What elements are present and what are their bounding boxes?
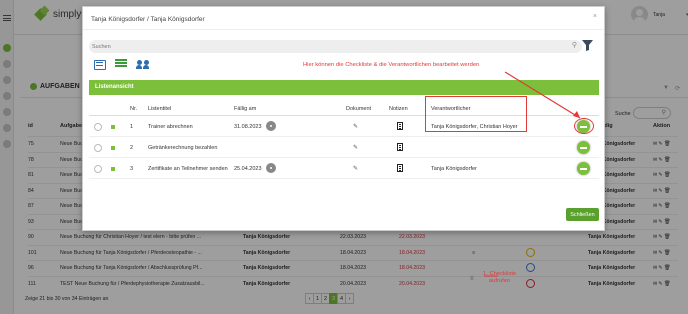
close-icon[interactable]: ×: [593, 13, 597, 20]
notes-icon[interactable]: [397, 143, 403, 151]
edit-action-button[interactable]: [577, 141, 590, 154]
calendar-view-icon[interactable]: [94, 59, 106, 70]
annotation-highlight-box: [425, 96, 527, 132]
search-icon[interactable]: ⚲: [572, 41, 577, 49]
search-input[interactable]: [92, 42, 562, 51]
cell-faellig: 31.08.2023: [234, 124, 262, 130]
notes-icon[interactable]: [397, 122, 403, 130]
column-header-nr: Nr.: [130, 106, 138, 112]
people-view-icon[interactable]: [136, 59, 150, 70]
attach-icon[interactable]: ✎: [353, 144, 358, 151]
column-header-dokument: Dokument: [346, 106, 372, 112]
view-switcher: [94, 59, 150, 70]
priority-flag-icon: [111, 167, 115, 171]
annotation-step-1-line2: aufrufen: [488, 278, 511, 284]
cell-listentitel: Getränkerechnung bezahlen: [148, 145, 218, 151]
column-header-notizen: Notizen: [389, 106, 408, 112]
annotation-edit-hint: Hier können die Checkliste & die Verantw…: [303, 62, 480, 68]
list-view-title: Listenansicht: [95, 84, 134, 90]
cell-verantwortlicher: Tanja Königsdorfer: [431, 166, 477, 172]
cell-listentitel: Zertifikate an Teilnehmer senden: [148, 166, 228, 172]
checklist-row[interactable]: 2 Getränkerechnung bezahlen ✎: [89, 138, 599, 158]
column-header-listentitel: Listentitel: [148, 106, 172, 112]
notes-icon[interactable]: [397, 164, 403, 172]
date-settings-icon[interactable]: [266, 163, 276, 173]
edit-action-button[interactable]: [577, 162, 590, 175]
divider: [83, 29, 604, 30]
cell-nr: 3: [130, 166, 134, 172]
cell-listentitel: Trainer abrechnen: [148, 124, 193, 130]
checkbox[interactable]: [94, 165, 102, 173]
list-view-header: Listenansicht: [89, 80, 599, 95]
date-settings-icon[interactable]: [266, 121, 276, 131]
annotation-step-1-line1: 1. Checkliste: [483, 271, 517, 277]
cell-faellig: 25.04.2023: [234, 166, 262, 172]
checkbox[interactable]: [94, 144, 102, 152]
checkbox[interactable]: [94, 123, 102, 131]
close-button[interactable]: Schließen: [566, 208, 599, 221]
cell-nr: 1: [130, 124, 134, 130]
list-view-icon[interactable]: [115, 59, 127, 70]
checklist-list-icon[interactable]: ≡: [470, 276, 474, 282]
priority-flag-icon: [111, 125, 115, 129]
filter-icon[interactable]: [582, 40, 593, 51]
attach-icon[interactable]: ✎: [353, 165, 358, 172]
modal-title: Tanja Königsdorfer / Tanja Königsdorfer: [91, 16, 205, 23]
checklist-row[interactable]: 3 Zertifikate an Teilnehmer senden 25.04.2…: [89, 159, 599, 179]
cell-nr: 2: [130, 145, 134, 151]
annotation-action-ring: [574, 118, 594, 134]
modal-search: ⚲: [89, 40, 582, 53]
column-header-faellig: Fällig am: [234, 106, 257, 112]
attach-icon[interactable]: ✎: [353, 123, 358, 130]
priority-flag-icon: [111, 146, 115, 150]
annotation-step-1: 1. Checkliste aufrufen: [483, 271, 516, 285]
